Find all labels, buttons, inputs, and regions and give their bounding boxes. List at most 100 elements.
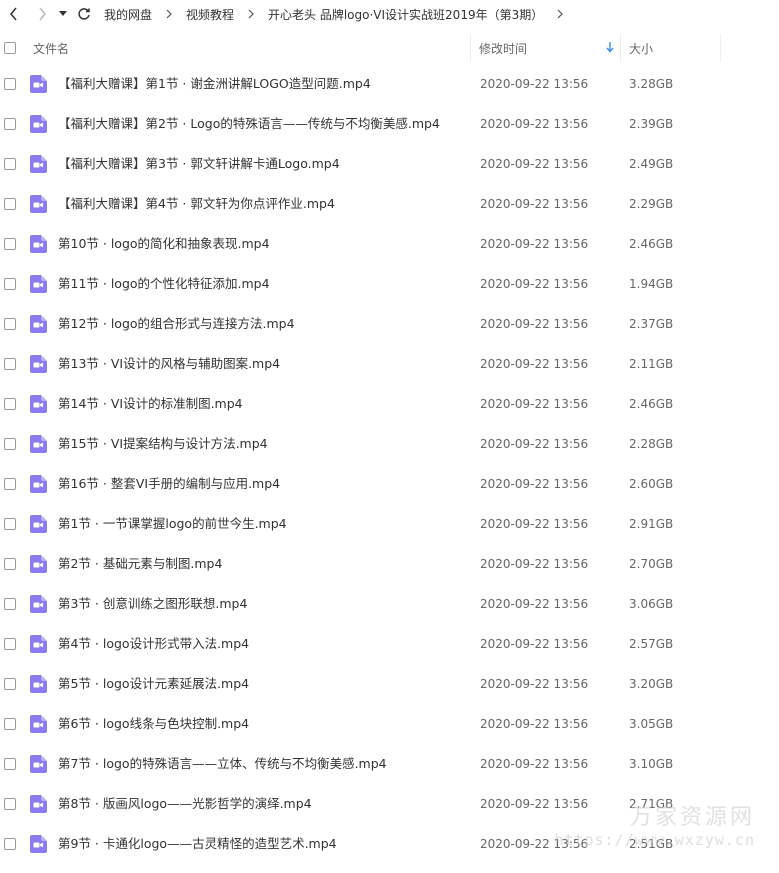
row-checkbox[interactable] — [4, 158, 16, 170]
file-row[interactable]: 第8节 · 版画风logo——光影哲学的演绎.mp4 2020-09-22 13:… — [0, 784, 779, 824]
file-name[interactable]: 第2节 · 基础元素与制图.mp4 — [58, 544, 222, 584]
file-name[interactable]: 第16节 · 整套VI手册的编制与应用.mp4 — [58, 464, 280, 504]
refresh-button[interactable] — [74, 4, 94, 24]
file-row[interactable]: 第9节 · 卡通化logo——古灵精怪的造型艺术.mp4 2020-09-22 1… — [0, 824, 779, 864]
file-name[interactable]: 第6节 · logo线条与色块控制.mp4 — [58, 704, 249, 744]
file-row[interactable]: 第3节 · 创意训练之图形联想.mp4 2020-09-22 13:56 3.06G… — [0, 584, 779, 624]
file-row[interactable]: 第1节 · 一节课掌握logo的前世今生.mp4 2020-09-22 13:56… — [0, 504, 779, 544]
row-checkbox[interactable] — [4, 318, 16, 330]
video-file-icon — [30, 595, 47, 613]
file-name[interactable]: 第15节 · VI提案结构与设计方法.mp4 — [58, 424, 268, 464]
file-size: 2.70GB — [629, 557, 674, 571]
file-modified-time: 2020-09-22 13:56 — [480, 317, 589, 331]
file-size: 2.37GB — [629, 317, 674, 331]
back-button[interactable] — [4, 4, 24, 24]
select-all-checkbox[interactable] — [4, 42, 16, 54]
row-checkbox[interactable] — [4, 838, 16, 850]
row-checkbox[interactable] — [4, 438, 16, 450]
breadcrumb-item-my-drive[interactable]: 我的网盘 — [102, 6, 154, 23]
file-name[interactable]: 【福利大赠课】第4节 · 郭文轩为你点评作业.mp4 — [58, 184, 335, 224]
row-checkbox[interactable] — [4, 278, 16, 290]
file-row[interactable]: 【福利大赠课】第3节 · 郭文轩讲解卡通Logo.mp4 2020-09-22 1… — [0, 144, 779, 184]
row-checkbox[interactable] — [4, 758, 16, 770]
row-checkbox[interactable] — [4, 398, 16, 410]
row-checkbox[interactable] — [4, 478, 16, 490]
file-modified-time: 2020-09-22 13:56 — [480, 677, 589, 691]
file-name[interactable]: 第12节 · logo的组合形式与连接方法.mp4 — [58, 304, 295, 344]
file-row[interactable]: 第10节 · logo的简化和抽象表现.mp4 2020-09-22 13:56 2… — [0, 224, 779, 264]
row-checkbox[interactable] — [4, 718, 16, 730]
file-name[interactable]: 第7节 · logo的特殊语言——立体、传统与不均衡美感.mp4 — [58, 744, 387, 784]
row-checkbox[interactable] — [4, 198, 16, 210]
file-name[interactable]: 第11节 · logo的个性化特征添加.mp4 — [58, 264, 270, 304]
row-checkbox[interactable] — [4, 558, 16, 570]
file-row[interactable]: 第13节 · VI设计的风格与辅助图案.mp4 2020-09-22 13:56 2… — [0, 344, 779, 384]
file-row[interactable]: 第14节 · VI设计的标准制图.mp4 2020-09-22 13:56 2.46… — [0, 384, 779, 424]
file-size: 2.91GB — [629, 517, 674, 531]
row-checkbox[interactable] — [4, 358, 16, 370]
file-row[interactable]: 第12节 · logo的组合形式与连接方法.mp4 2020-09-22 13:5… — [0, 304, 779, 344]
file-modified-time: 2020-09-22 13:56 — [480, 117, 589, 131]
file-row[interactable]: 第11节 · logo的个性化特征添加.mp4 2020-09-22 13:56 1… — [0, 264, 779, 304]
row-checkbox[interactable] — [4, 238, 16, 250]
file-modified-time: 2020-09-22 13:56 — [480, 437, 589, 451]
column-header-size[interactable]: 大小 — [621, 34, 721, 62]
file-name[interactable]: 第10节 · logo的简化和抽象表现.mp4 — [58, 224, 270, 264]
file-name[interactable]: 第1节 · 一节课掌握logo的前世今生.mp4 — [58, 504, 287, 544]
file-row[interactable]: 第2节 · 基础元素与制图.mp4 2020-09-22 13:56 2.70GB — [0, 544, 779, 584]
file-row[interactable]: 第6节 · logo线条与色块控制.mp4 2020-09-22 13:56 3.0… — [0, 704, 779, 744]
chevron-right-icon[interactable] — [555, 9, 565, 19]
file-name[interactable]: 【福利大赠课】第3节 · 郭文轩讲解卡通Logo.mp4 — [58, 144, 340, 184]
file-name[interactable]: 第5节 · logo设计元素延展法.mp4 — [58, 664, 249, 704]
row-checkbox[interactable] — [4, 518, 16, 530]
video-file-icon — [30, 275, 47, 293]
row-checkbox[interactable] — [4, 678, 16, 690]
file-row[interactable]: 第16节 · 整套VI手册的编制与应用.mp4 2020-09-22 13:56 2… — [0, 464, 779, 504]
video-file-icon — [30, 475, 47, 493]
file-name[interactable]: 第3节 · 创意训练之图形联想.mp4 — [58, 584, 247, 624]
file-row[interactable]: 【福利大赠课】第2节 · Logo的特殊语言——传统与不均衡美感.mp4 2020… — [0, 104, 779, 144]
video-file-icon — [30, 715, 47, 733]
refresh-icon — [78, 8, 90, 20]
column-header-size-label: 大小 — [629, 41, 654, 56]
history-dropdown-button[interactable] — [56, 4, 70, 24]
file-modified-time: 2020-09-22 13:56 — [480, 597, 589, 611]
row-checkbox[interactable] — [4, 598, 16, 610]
file-modified-time: 2020-09-22 13:56 — [480, 757, 589, 771]
breadcrumb-item-current-folder[interactable]: 开心老头 品牌logo·VI设计实战班2019年（第3期） — [266, 6, 545, 23]
sort-arrow-down-icon — [606, 42, 614, 53]
file-size: 3.06GB — [629, 597, 674, 611]
file-modified-time: 2020-09-22 13:56 — [480, 237, 589, 251]
row-checkbox[interactable] — [4, 118, 16, 130]
video-file-icon — [30, 555, 47, 573]
file-name[interactable]: 第9节 · 卡通化logo——古灵精怪的造型艺术.mp4 — [58, 824, 337, 864]
file-name[interactable]: 第14节 · VI设计的标准制图.mp4 — [58, 384, 243, 424]
file-name[interactable]: 【福利大赠课】第2节 · Logo的特殊语言——传统与不均衡美感.mp4 — [58, 104, 440, 144]
video-file-icon — [30, 115, 47, 133]
file-name[interactable]: 第8节 · 版画风logo——光影哲学的演绎.mp4 — [58, 784, 312, 824]
chevron-left-icon — [10, 7, 17, 21]
file-row[interactable]: 第4节 · logo设计形式带入法.mp4 2020-09-22 13:56 2.5… — [0, 624, 779, 664]
video-file-icon — [30, 435, 47, 453]
file-modified-time: 2020-09-22 13:56 — [480, 397, 589, 411]
column-header-modified-time[interactable]: 修改时间 — [471, 34, 621, 62]
video-file-icon — [30, 795, 47, 813]
row-checkbox[interactable] — [4, 78, 16, 90]
file-size: 2.46GB — [629, 397, 674, 411]
file-modified-time: 2020-09-22 13:56 — [480, 717, 589, 731]
file-row[interactable]: 【福利大赠课】第4节 · 郭文轩为你点评作业.mp4 2020-09-22 13:… — [0, 184, 779, 224]
breadcrumb-item-video-tutorials[interactable]: 视频教程 — [184, 6, 236, 23]
file-row[interactable]: 第15节 · VI提案结构与设计方法.mp4 2020-09-22 13:56 2.… — [0, 424, 779, 464]
file-row[interactable]: 第7节 · logo的特殊语言——立体、传统与不均衡美感.mp4 2020-09-… — [0, 744, 779, 784]
column-header-name[interactable]: 文件名 — [33, 34, 471, 62]
file-name[interactable]: 第13节 · VI设计的风格与辅助图案.mp4 — [58, 344, 280, 384]
forward-button[interactable] — [32, 4, 52, 24]
file-name[interactable]: 【福利大赠课】第1节 · 谢金洲讲解LOGO造型问题.mp4 — [58, 64, 371, 104]
file-row[interactable]: 第5节 · logo设计元素延展法.mp4 2020-09-22 13:56 3.2… — [0, 664, 779, 704]
file-name[interactable]: 第4节 · logo设计形式带入法.mp4 — [58, 624, 249, 664]
video-file-icon — [30, 515, 47, 533]
row-checkbox[interactable] — [4, 638, 16, 650]
file-row[interactable]: 【福利大赠课】第1节 · 谢金洲讲解LOGO造型问题.mp4 2020-09-22… — [0, 64, 779, 104]
row-checkbox[interactable] — [4, 798, 16, 810]
file-modified-time: 2020-09-22 13:56 — [480, 517, 589, 531]
